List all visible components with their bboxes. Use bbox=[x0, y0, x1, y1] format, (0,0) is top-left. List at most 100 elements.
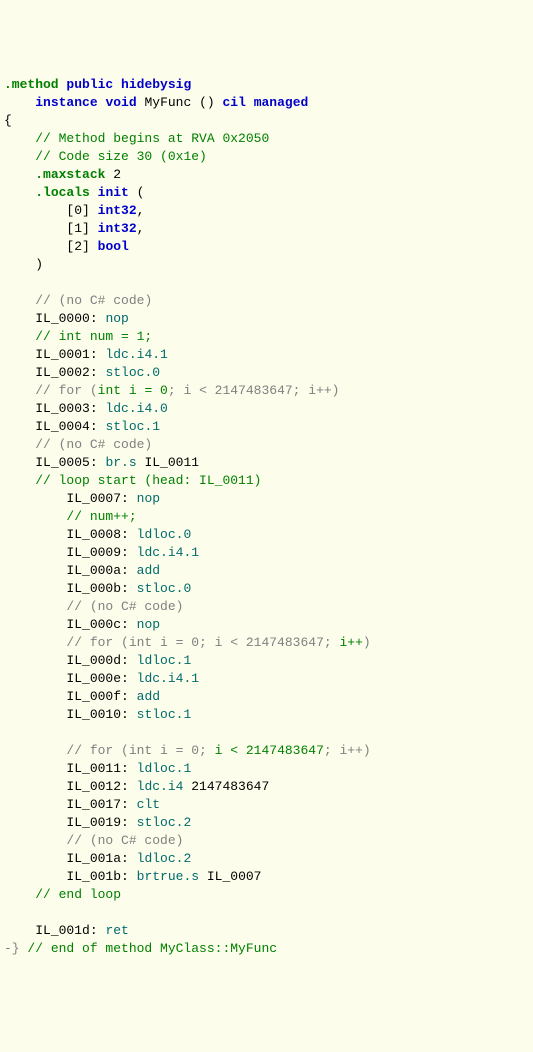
code-line[interactable]: // (no C# code) bbox=[4, 436, 529, 454]
fold-marker[interactable]: -} bbox=[4, 941, 20, 956]
token: // num++; bbox=[66, 509, 136, 524]
token: ldc.i4.1 bbox=[105, 347, 167, 362]
token: IL_0008: bbox=[66, 527, 136, 542]
token: IL_0017: bbox=[66, 797, 136, 812]
code-line[interactable]: [0] int32, bbox=[4, 202, 529, 220]
token bbox=[90, 185, 98, 200]
code-line[interactable]: // num++; bbox=[4, 508, 529, 526]
token: IL_0002: bbox=[35, 365, 105, 380]
token: .locals bbox=[35, 185, 90, 200]
token: ( bbox=[129, 185, 145, 200]
token: IL_0000: bbox=[35, 311, 105, 326]
code-view[interactable]: .method public hidebysig instance void M… bbox=[4, 76, 529, 958]
code-line[interactable]: IL_0017: clt bbox=[4, 796, 529, 814]
token: ) bbox=[35, 257, 43, 272]
code-line[interactable]: // loop start (head: IL_0011) bbox=[4, 472, 529, 490]
code-line[interactable]: [1] int32, bbox=[4, 220, 529, 238]
code-line[interactable]: IL_000d: ldloc.1 bbox=[4, 652, 529, 670]
code-line[interactable]: // for (int i = 0; i < 2147483647; i++) bbox=[4, 382, 529, 400]
token: // (no C# code) bbox=[66, 833, 183, 848]
code-line[interactable]: -} // end of method MyClass::MyFunc bbox=[4, 940, 529, 958]
token: // bbox=[35, 293, 58, 308]
code-line[interactable]: // (no C# code) bbox=[4, 832, 529, 850]
token: void bbox=[105, 95, 136, 110]
token: cil managed bbox=[223, 95, 309, 110]
code-line[interactable]: .maxstack 2 bbox=[4, 166, 529, 184]
token: hidebysig bbox=[121, 77, 191, 92]
code-line[interactable]: IL_0000: nop bbox=[4, 310, 529, 328]
code-line[interactable]: IL_001b: brtrue.s IL_0007 bbox=[4, 868, 529, 886]
code-line[interactable]: // for (int i = 0; i < 2147483647; i++) bbox=[4, 742, 529, 760]
code-line[interactable]: // Method begins at RVA 0x2050 bbox=[4, 130, 529, 148]
token: stloc.0 bbox=[105, 365, 160, 380]
code-line[interactable]: IL_0019: stloc.2 bbox=[4, 814, 529, 832]
token: stloc.1 bbox=[105, 419, 160, 434]
token: 2 bbox=[105, 167, 121, 182]
token: i++ bbox=[339, 635, 362, 650]
code-line[interactable]: IL_000c: nop bbox=[4, 616, 529, 634]
token: IL_0001: bbox=[35, 347, 105, 362]
code-line[interactable]: // int num = 1; bbox=[4, 328, 529, 346]
token: // int num = 1; bbox=[35, 329, 152, 344]
code-line[interactable]: IL_0001: ldc.i4.1 bbox=[4, 346, 529, 364]
token: , bbox=[137, 203, 145, 218]
token: , bbox=[137, 221, 145, 236]
token: [0] bbox=[66, 203, 97, 218]
token: init bbox=[98, 185, 129, 200]
token: IL_0019: bbox=[66, 815, 136, 830]
token: // Code size 30 (0x1e) bbox=[35, 149, 207, 164]
code-line[interactable]: IL_0008: ldloc.0 bbox=[4, 526, 529, 544]
token: IL_000a: bbox=[66, 563, 136, 578]
token: // (no C# code) bbox=[66, 599, 183, 614]
token: IL_0011: bbox=[66, 761, 136, 776]
code-line[interactable] bbox=[4, 274, 529, 292]
code-line[interactable]: { bbox=[4, 112, 529, 130]
code-line[interactable]: // (no C# code) bbox=[4, 598, 529, 616]
code-line[interactable]: IL_0010: stloc.1 bbox=[4, 706, 529, 724]
token: IL_0012: bbox=[66, 779, 136, 794]
code-line[interactable]: ) bbox=[4, 256, 529, 274]
code-line[interactable]: IL_0003: ldc.i4.0 bbox=[4, 400, 529, 418]
code-line[interactable]: .locals init ( bbox=[4, 184, 529, 202]
token: nop bbox=[105, 311, 128, 326]
token: IL_0011 bbox=[137, 455, 199, 470]
code-line[interactable]: IL_0012: ldc.i4 2147483647 bbox=[4, 778, 529, 796]
code-line[interactable]: .method public hidebysig bbox=[4, 76, 529, 94]
token: [2] bbox=[66, 239, 97, 254]
code-line[interactable]: IL_000e: ldc.i4.1 bbox=[4, 670, 529, 688]
code-line[interactable]: IL_0009: ldc.i4.1 bbox=[4, 544, 529, 562]
code-line[interactable]: IL_0002: stloc.0 bbox=[4, 364, 529, 382]
code-line[interactable]: IL_001a: ldloc.2 bbox=[4, 850, 529, 868]
token: stloc.0 bbox=[137, 581, 192, 596]
code-line[interactable]: instance void MyFunc () cil managed bbox=[4, 94, 529, 112]
token: IL_000f: bbox=[66, 689, 136, 704]
token: 2147483647 bbox=[183, 779, 269, 794]
token: ldloc.0 bbox=[137, 527, 192, 542]
code-line[interactable]: IL_001d: ret bbox=[4, 922, 529, 940]
token: ldc.i4 bbox=[137, 779, 184, 794]
code-line[interactable] bbox=[4, 904, 529, 922]
code-line[interactable] bbox=[4, 724, 529, 742]
code-line[interactable]: // end loop bbox=[4, 886, 529, 904]
code-line[interactable]: IL_000a: add bbox=[4, 562, 529, 580]
token: brtrue.s bbox=[137, 869, 199, 884]
token bbox=[113, 77, 121, 92]
code-line[interactable]: IL_0011: ldloc.1 bbox=[4, 760, 529, 778]
code-line[interactable]: IL_0005: br.s IL_0011 bbox=[4, 454, 529, 472]
token: ; i++) bbox=[324, 743, 371, 758]
code-line[interactable]: // Code size 30 (0x1e) bbox=[4, 148, 529, 166]
code-line[interactable]: IL_0007: nop bbox=[4, 490, 529, 508]
token: // (no C# code) bbox=[35, 437, 152, 452]
code-line[interactable]: IL_0004: stloc.1 bbox=[4, 418, 529, 436]
code-line[interactable]: IL_000b: stloc.0 bbox=[4, 580, 529, 598]
code-line[interactable]: IL_000f: add bbox=[4, 688, 529, 706]
code-line[interactable]: // for (int i = 0; i < 2147483647; i++) bbox=[4, 634, 529, 652]
token: ldc.i4.1 bbox=[137, 671, 199, 686]
token: stloc.1 bbox=[137, 707, 192, 722]
code-line[interactable]: [2] bool bbox=[4, 238, 529, 256]
token: ldloc.1 bbox=[137, 653, 192, 668]
token: (no C# code) bbox=[59, 293, 153, 308]
token: add bbox=[137, 689, 160, 704]
token: IL_000d: bbox=[66, 653, 136, 668]
code-line[interactable]: // (no C# code) bbox=[4, 292, 529, 310]
